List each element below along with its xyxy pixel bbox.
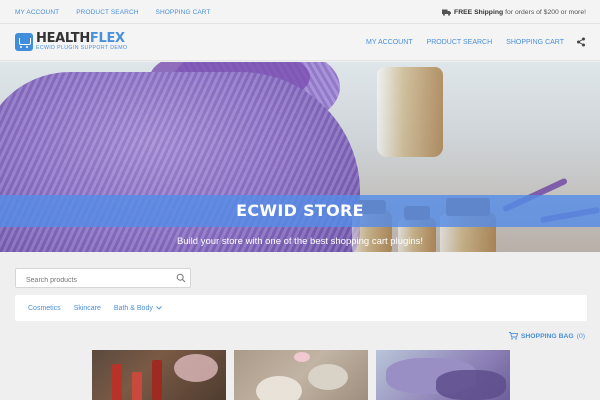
- lipstick-shape: [152, 360, 162, 400]
- hero-title: ECWID STORE: [236, 201, 364, 220]
- product-card-image[interactable]: [92, 350, 226, 400]
- lavender-bundle-shape: [436, 370, 506, 400]
- shopping-bag-label: SHOPPING BAG: [520, 332, 574, 340]
- shopping-bag-count: (0): [576, 332, 585, 340]
- cart-logo-icon: [15, 33, 33, 51]
- site-logo[interactable]: HEALTHFLEX ECWID PLUGIN SUPPORT DEMO: [15, 32, 127, 52]
- logo-tagline: ECWID PLUGIN SUPPORT DEMO: [36, 45, 128, 52]
- lipstick-shape: [112, 364, 122, 400]
- top-utility-bar: MY ACCOUNT PRODUCT SEARCH SHOPPING CART …: [0, 0, 600, 24]
- shipping-bold-text: FREE Shipping: [454, 8, 504, 16]
- cream-tin-shape: [256, 376, 302, 400]
- flower-shape: [174, 354, 218, 382]
- chevron-down-icon: [156, 306, 162, 310]
- top-links: MY ACCOUNT PRODUCT SEARCH SHOPPING CART: [15, 0, 211, 24]
- top-link-product-search[interactable]: PRODUCT SEARCH: [76, 9, 138, 16]
- logo-part-flex: FLEX: [89, 31, 125, 47]
- search-input[interactable]: [16, 271, 166, 290]
- product-search-box: [15, 268, 191, 290]
- nav-my-account[interactable]: MY ACCOUNT: [366, 39, 413, 46]
- cart-icon: [508, 332, 518, 340]
- share-icon[interactable]: [576, 37, 586, 47]
- search-icon[interactable]: [176, 273, 186, 283]
- main-nav: MY ACCOUNT PRODUCT SEARCH SHOPPING CART: [366, 24, 564, 61]
- shipping-notice: FREE Shipping for orders of $200 or more…: [442, 0, 586, 24]
- petal-shape: [294, 352, 310, 362]
- category-bath-body-label: Bath & Body: [113, 304, 153, 312]
- shipping-rest-text: for orders of $200 or more!: [505, 8, 586, 16]
- hero-jar-large: [377, 67, 443, 157]
- category-bath-body[interactable]: Bath & Body: [114, 305, 162, 312]
- product-card-image[interactable]: [376, 350, 510, 400]
- nav-shopping-cart[interactable]: SHOPPING CART: [506, 39, 564, 46]
- top-link-shopping-cart[interactable]: SHOPPING CART: [156, 9, 211, 16]
- category-cosmetics[interactable]: Cosmetics: [28, 305, 61, 312]
- logo-part-health: HEALTH: [36, 31, 90, 47]
- nav-product-search[interactable]: PRODUCT SEARCH: [427, 39, 493, 46]
- top-link-my-account[interactable]: MY ACCOUNT: [15, 9, 59, 16]
- hero-subtitle: Build your store with one of the best sh…: [176, 236, 424, 247]
- category-skincare[interactable]: Skincare: [74, 305, 101, 312]
- lipstick-shape: [132, 372, 142, 400]
- cream-tin-shape: [308, 364, 348, 390]
- category-bar: Cosmetics Skincare Bath & Body: [15, 295, 587, 321]
- shopping-bag-link[interactable]: SHOPPING BAG (0): [508, 332, 585, 340]
- logo-wordmark: HEALTHFLEX: [36, 32, 127, 45]
- truck-icon: [442, 9, 452, 16]
- site-header: HEALTHFLEX ECWID PLUGIN SUPPORT DEMO MY …: [0, 24, 600, 61]
- product-card-image[interactable]: [234, 350, 368, 400]
- logo-text: HEALTHFLEX ECWID PLUGIN SUPPORT DEMO: [36, 32, 127, 51]
